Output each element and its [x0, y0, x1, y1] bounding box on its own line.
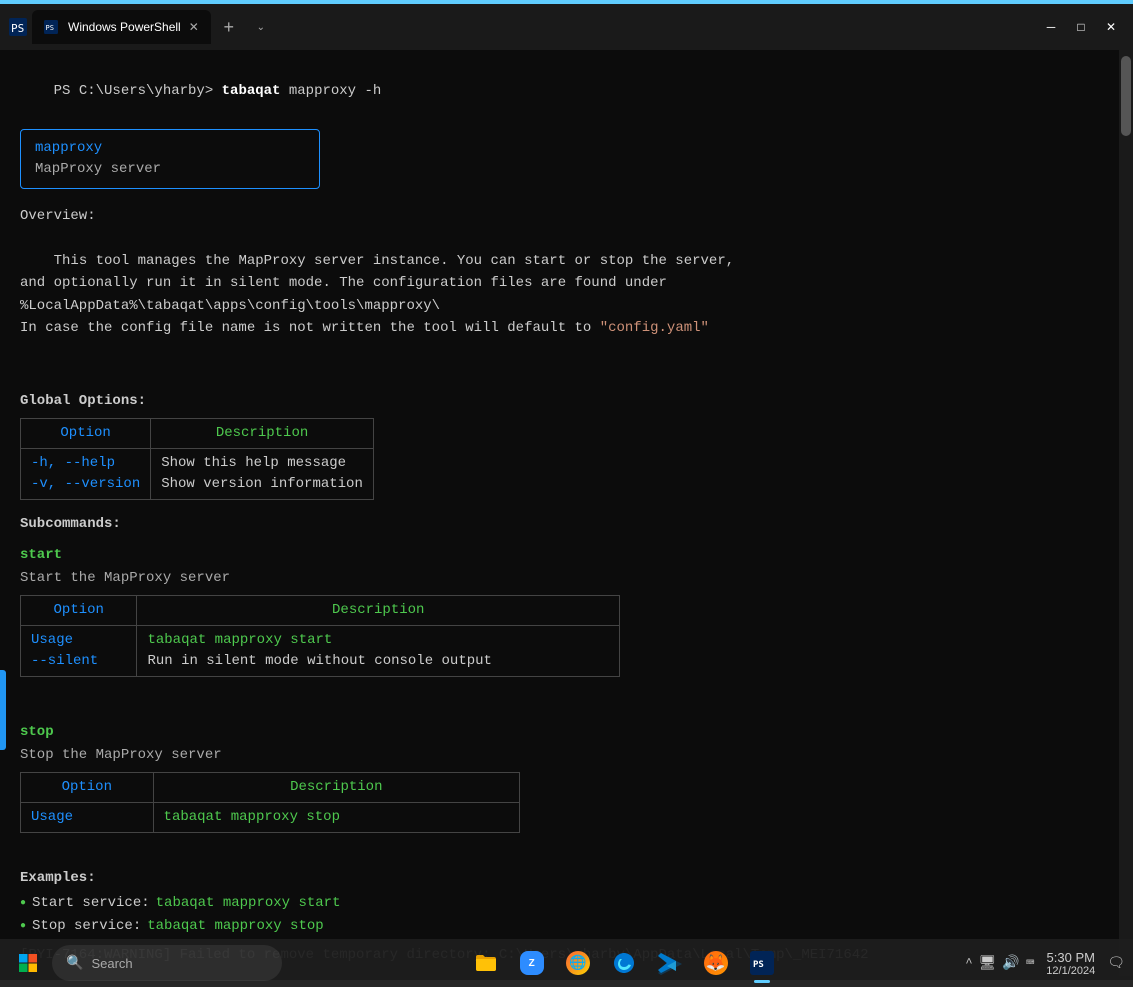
taskbar-right: ^ 🖥 🔊 ⌨ 5:30 PM 12/1/2024 🗨	[965, 948, 1125, 979]
terminal-area: PS C:\Users\yharby> tabaqat mapproxy -h …	[0, 50, 1133, 980]
vscode-icon	[658, 951, 682, 975]
folder-icon	[474, 951, 498, 975]
example-2-prefix: Stop service:	[32, 916, 141, 937]
start-desc: Start the MapProxy server	[20, 568, 1113, 589]
taskbar-app-zoom[interactable]: Z	[510, 941, 554, 985]
start-button[interactable]	[8, 943, 48, 983]
taskbar-app-browser1[interactable]: 🌐	[556, 941, 600, 985]
overview-header: Overview:	[20, 205, 1113, 227]
stop-table: Option Description Usage tabaqat mapprox…	[20, 772, 520, 833]
global-option-col: Option	[21, 418, 151, 448]
mapproxy-box: mapproxy MapProxy server	[20, 129, 320, 189]
powershell-icon: PS	[8, 17, 28, 37]
title-bar-left: PS PS Windows PowerShell ✕ + ⌄	[8, 10, 1029, 44]
taskbar: 🔍 Search Z 🌐	[0, 939, 1133, 987]
search-icon: 🔍	[66, 955, 83, 972]
start-usage-val: tabaqat mapproxy start Run in silent mod…	[137, 625, 620, 676]
start-usage-label: Usage --silent	[21, 625, 137, 676]
search-text: Search	[91, 956, 132, 971]
stop-usage-val: tabaqat mapproxy stop	[153, 802, 519, 832]
stop-label: stop	[20, 722, 1113, 743]
table-row: Usage --silent tabaqat mapproxy start Ru…	[21, 625, 620, 676]
tab-label: Windows PowerShell	[68, 20, 181, 34]
scrollbar-thumb[interactable]	[1121, 56, 1131, 136]
scrollbar[interactable]	[1119, 46, 1133, 976]
stop-desc: Stop the MapProxy server	[20, 745, 1113, 766]
global-options-table: Option Description -h, --help -v, --vers…	[20, 418, 374, 500]
tab-powershell[interactable]: PS Windows PowerShell ✕	[32, 10, 211, 44]
taskbar-app-explorer[interactable]	[464, 941, 508, 985]
keyboard-icon[interactable]: ⌨	[1026, 955, 1034, 972]
start-desc-col: Description	[137, 595, 620, 625]
minimize-button[interactable]: ─	[1037, 13, 1065, 41]
firefox-icon: 🦊	[704, 951, 728, 975]
tab-dropdown-button[interactable]: ⌄	[247, 13, 275, 41]
notification-icon[interactable]: 🗨	[1107, 955, 1125, 972]
clock-time: 5:30 PM	[1046, 950, 1095, 965]
cmd-tabaqat: tabaqat	[213, 83, 280, 99]
example-1-cmd: tabaqat mapproxy start	[156, 893, 341, 914]
stop-option-col: Option	[21, 772, 154, 802]
cmd-flag: -h	[364, 83, 381, 99]
prompt-text: PS C:\Users\yharby>	[54, 83, 214, 99]
taskbar-app-vscode[interactable]	[648, 941, 692, 985]
example-1: ● Start service: tabaqat mapproxy start	[20, 893, 1113, 914]
box-cmd-text: mapproxy	[35, 138, 305, 159]
chevron-up-icon[interactable]: ^	[965, 956, 972, 970]
examples-header: Examples:	[20, 868, 1113, 889]
table-row: Usage tabaqat mapproxy stop	[21, 802, 520, 832]
box-desc-text: MapProxy server	[35, 159, 305, 180]
prompt-line-1: PS C:\Users\yharby> tabaqat mapproxy -h	[20, 60, 1113, 123]
table-row: -h, --help -v, --version Show this help …	[21, 448, 374, 499]
overview-body: This tool manages the MapProxy server in…	[20, 227, 1113, 361]
volume-icon[interactable]: 🔊	[1002, 955, 1019, 972]
side-accent	[0, 670, 6, 750]
svg-text:PS: PS	[753, 960, 764, 970]
close-tab-icon[interactable]: ✕	[189, 20, 199, 34]
cmd-mapproxy: mapproxy	[280, 83, 364, 99]
new-tab-button[interactable]: +	[215, 13, 243, 41]
svg-text:PS: PS	[46, 24, 54, 32]
config-yaml-text: "config.yaml"	[600, 320, 709, 336]
system-tray[interactable]: ^ 🖥 🔊 ⌨	[965, 955, 1034, 972]
subcommands-header: Subcommands:	[20, 514, 1113, 535]
global-opt-cell: -h, --help -v, --version	[21, 448, 151, 499]
taskbar-app-firefox[interactable]: 🦊	[694, 941, 738, 985]
taskbar-search[interactable]: 🔍 Search	[52, 945, 282, 981]
title-bar: PS PS Windows PowerShell ✕ + ⌄ ─ □ ✕	[0, 4, 1133, 50]
taskbar-apps: Z 🌐 🦊 PS	[286, 941, 961, 985]
bullet-icon-1: ●	[20, 896, 26, 911]
start-label: start	[20, 545, 1113, 566]
bullet-icon-2: ●	[20, 919, 26, 934]
svg-text:PS: PS	[11, 22, 24, 35]
example-2-cmd: tabaqat mapproxy stop	[147, 916, 323, 937]
terminal-icon: PS	[750, 951, 774, 975]
example-2: ● Stop service: tabaqat mapproxy stop	[20, 916, 1113, 937]
close-button[interactable]: ✕	[1097, 13, 1125, 41]
display-icon[interactable]: 🖥	[979, 955, 997, 972]
edge-icon	[612, 951, 636, 975]
clock[interactable]: 5:30 PM 12/1/2024	[1042, 948, 1099, 979]
taskbar-app-edge[interactable]	[602, 941, 646, 985]
example-1-prefix: Start service:	[32, 893, 150, 914]
global-options-header: Global Options:	[20, 391, 1113, 412]
zoom-icon: Z	[520, 951, 544, 975]
start-table: Option Description Usage --silent tabaqa…	[20, 595, 620, 677]
title-bar-controls: ─ □ ✕	[1037, 13, 1125, 41]
browser-icon: 🌐	[566, 951, 590, 975]
global-desc-col: Description	[151, 418, 374, 448]
stop-desc-col: Description	[153, 772, 519, 802]
start-option-col: Option	[21, 595, 137, 625]
global-desc-cell: Show this help message Show version info…	[151, 448, 374, 499]
stop-usage-label: Usage	[21, 802, 154, 832]
maximize-button[interactable]: □	[1067, 13, 1095, 41]
taskbar-app-terminal[interactable]: PS	[740, 941, 784, 985]
clock-date: 12/1/2024	[1046, 965, 1095, 977]
windows-logo-icon	[18, 953, 38, 973]
